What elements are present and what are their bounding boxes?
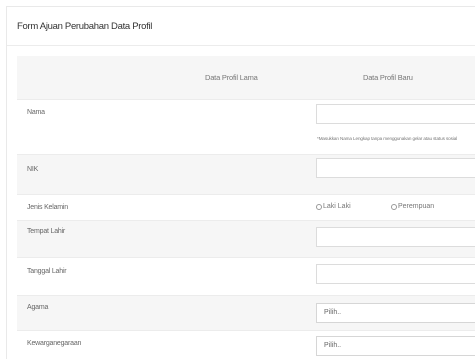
kewarganegaraan-select[interactable]: Pilih.. ▾ — [316, 336, 475, 356]
column-header-old: Data Profil Lama — [205, 73, 258, 82]
row-agama: Agama Pilih.. ▾ — [17, 296, 475, 331]
profile-change-form-card: Form Ajuan Perubahan Data Profil Data Pr… — [6, 6, 475, 359]
label-jenis-kelamin: Jenis Kelamin — [27, 204, 68, 211]
tanggal-lahir-new-input[interactable] — [316, 264, 475, 284]
radio-circle-icon — [316, 203, 322, 210]
row-nama: Nama *Masukkan Nama Lengkap tanpa menggu… — [17, 100, 475, 155]
table-header-row: Data Profil Lama Data Profil Baru — [17, 56, 475, 100]
agama-select[interactable]: Pilih.. ▾ — [316, 303, 475, 323]
row-nik: NIK — [17, 155, 475, 195]
form-title: Form Ajuan Perubahan Data Profil — [17, 21, 153, 32]
radio-circle-icon — [391, 203, 397, 210]
tempat-lahir-new-input[interactable] — [316, 227, 475, 247]
label-kewarganegaraan: Kewarganegaraan — [27, 340, 82, 347]
agama-selected-value: Pilih.. — [324, 309, 342, 316]
kewarganegaraan-selected-value: Pilih.. — [324, 342, 342, 349]
label-tanggal-lahir: Tanggal Lahir — [27, 268, 67, 275]
radio-label-perempuan: Perempuan — [398, 203, 435, 210]
column-header-new: Data Profil Baru — [363, 73, 413, 82]
nama-new-input[interactable] — [316, 104, 475, 124]
profile-change-table: Data Profil Lama Data Profil Baru Nama *… — [17, 56, 475, 359]
nik-new-input[interactable] — [316, 158, 475, 178]
label-agama: Agama — [27, 304, 49, 311]
row-tanggal-lahir: Tanggal Lahir — [17, 258, 475, 296]
radio-laki-laki[interactable]: Laki Laki — [316, 203, 351, 210]
label-tempat-lahir: Tempat Lahir — [27, 228, 66, 235]
row-kewarganegaraan: Kewarganegaraan Pilih.. ▾ — [17, 331, 475, 359]
label-nik: NIK — [27, 166, 39, 173]
title-divider — [7, 45, 475, 46]
row-jenis-kelamin: Jenis Kelamin Laki Laki Perempuan — [17, 195, 475, 221]
row-tempat-lahir: Tempat Lahir — [17, 221, 475, 258]
nama-hint: *Masukkan Nama Lengkap tanpa menggunakan… — [317, 136, 458, 141]
radio-perempuan[interactable]: Perempuan — [391, 203, 434, 210]
radio-label-laki-laki: Laki Laki — [323, 203, 351, 210]
label-nama: Nama — [27, 109, 45, 116]
